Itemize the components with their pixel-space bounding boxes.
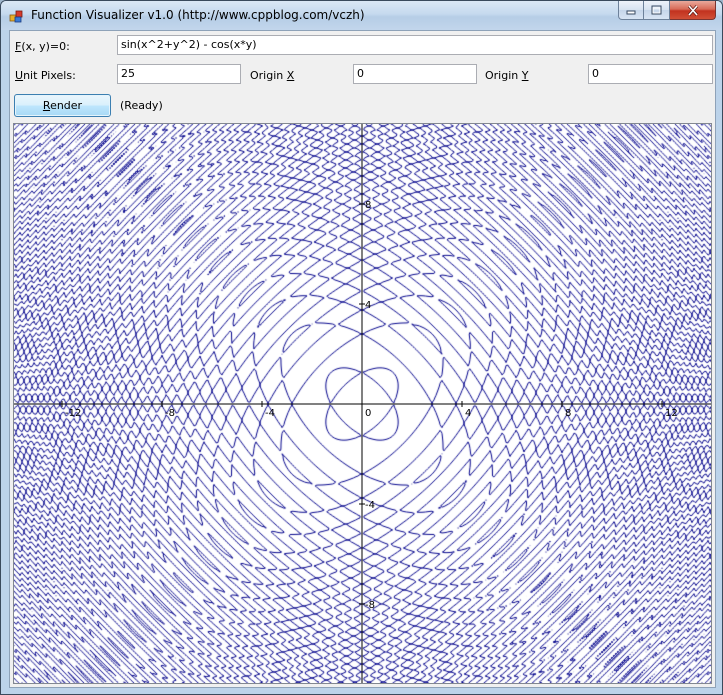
x-tick-label: -8 <box>165 408 175 419</box>
origin-label: 0 <box>365 408 371 419</box>
x-tick-label: -12 <box>65 408 81 419</box>
title-bar[interactable]: Function Visualizer v1.0 (http://www.cpp… <box>1 1 722 30</box>
minimize-icon <box>626 10 636 15</box>
close-icon <box>687 4 698 16</box>
x-tick-label: 8 <box>565 408 571 419</box>
status-text: (Ready) <box>120 99 163 112</box>
origin-y-input[interactable]: 0 <box>588 64 713 84</box>
app-icon <box>9 10 23 23</box>
y-tick-label: -8 <box>365 600 375 611</box>
maximize-button[interactable] <box>644 1 670 20</box>
y-tick-label: 8 <box>365 200 371 211</box>
minimize-button[interactable] <box>618 1 644 20</box>
maximize-icon <box>651 5 662 15</box>
caption-buttons <box>618 1 716 21</box>
y-tick-label: -4 <box>365 500 375 511</box>
origin-x-label: Origin X <box>250 69 295 82</box>
function-label: F(x, y)=0: <box>15 40 70 53</box>
origin-y-label: Origin Y <box>485 69 529 82</box>
client-area: F(x, y)=0: sin(x^2+y^2) - cos(x*y) Unit … <box>9 30 716 688</box>
render-button[interactable]: Render <box>14 94 111 117</box>
window-title: Function Visualizer v1.0 (http://www.cpp… <box>31 8 365 22</box>
function-input[interactable]: sin(x^2+y^2) - cos(x*y) <box>117 35 713 55</box>
y-tick-label: 4 <box>365 300 371 311</box>
x-tick-label: 12 <box>665 408 678 419</box>
unit-pixels-input[interactable]: 25 <box>117 64 241 84</box>
unit-pixels-label: Unit Pixels: <box>15 69 76 82</box>
close-button[interactable] <box>670 1 716 20</box>
x-tick-label: 4 <box>465 408 471 419</box>
function-plot[interactable]: -12 -8 -4 4 8 12 8 4 -4 -8 0 <box>13 123 712 684</box>
origin-x-input[interactable]: 0 <box>353 64 477 84</box>
plot-axes: -12 -8 -4 4 8 12 8 4 -4 -8 0 <box>14 124 711 683</box>
main-window: Function Visualizer v1.0 (http://www.cpp… <box>0 0 723 695</box>
x-tick-label: -4 <box>265 408 275 419</box>
